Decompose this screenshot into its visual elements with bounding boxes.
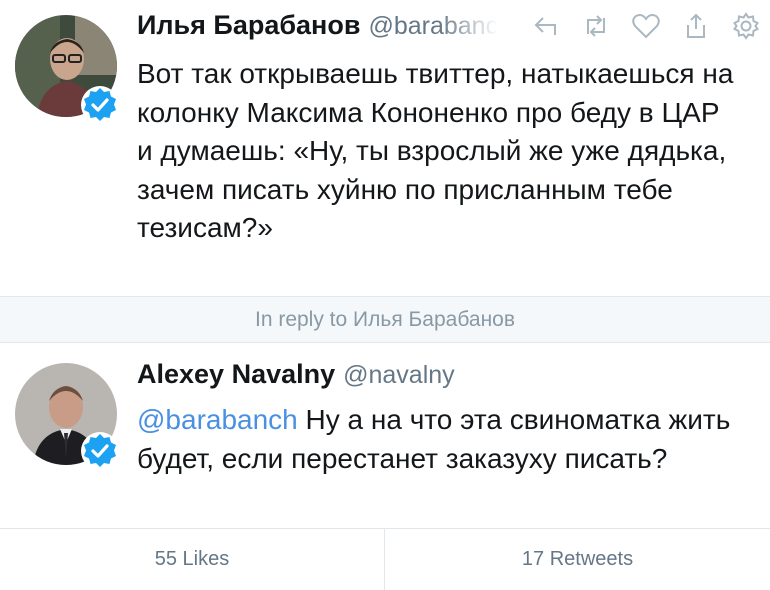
- likes-count[interactable]: 55 Likes: [0, 529, 385, 590]
- tweet-actions: [530, 10, 770, 42]
- retweets-count[interactable]: 17 Retweets: [385, 529, 770, 590]
- share-icon[interactable]: [680, 10, 712, 42]
- author-handle[interactable]: @navalny: [343, 361, 455, 390]
- reply-icon[interactable]: [530, 10, 562, 42]
- original-tweet: Илья Барабанов @barabanch Вот так открыв…: [0, 0, 770, 296]
- tweet-stats: 55 Likes 17 Retweets: [0, 528, 770, 590]
- verified-badge-icon: [80, 85, 120, 125]
- author-handle[interactable]: @barabanch: [368, 12, 498, 41]
- tweet-text: @barabanch Ну а на что эта свиноматка жи…: [137, 401, 757, 478]
- settings-icon[interactable]: [730, 10, 762, 42]
- reply-context-bar[interactable]: In reply to Илья Барабанов: [0, 296, 770, 343]
- reply-context-label[interactable]: In reply to Илья Барабанов: [255, 308, 515, 332]
- verified-badge-icon: [80, 431, 120, 471]
- reply-tweet: Alexey Navalny @navalny @barabanch Ну а …: [0, 343, 770, 528]
- author-name[interactable]: Alexey Navalny: [137, 359, 335, 390]
- retweet-icon[interactable]: [580, 10, 612, 42]
- like-icon[interactable]: [630, 10, 662, 42]
- author-name[interactable]: Илья Барабанов: [137, 10, 360, 41]
- mention-link[interactable]: @barabanch: [137, 404, 298, 435]
- tweet-text: Вот так открываешь твиттер, натыкаешься …: [137, 58, 734, 243]
